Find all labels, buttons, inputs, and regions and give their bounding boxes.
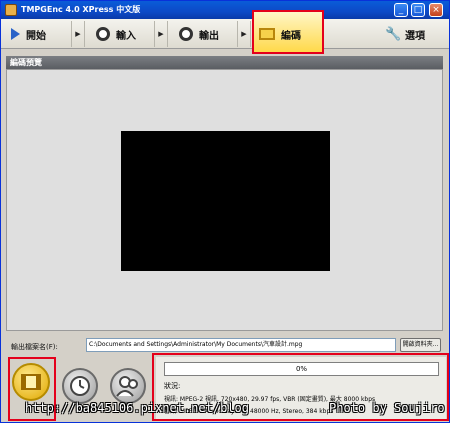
video-preview [121, 131, 330, 271]
watermark-credit: Photo by Soujiro [329, 401, 445, 415]
minimize-button[interactable]: _ [394, 3, 408, 17]
main-toolbar: 開始 ▶ 輸入 ▶ 輸出 ▶ [1, 19, 449, 49]
input-label: 輸入 [116, 30, 136, 42]
title-bar: TMPGEnc 4.0 XPress 中文版 _ □ × [1, 1, 449, 19]
maximize-button[interactable]: □ [411, 3, 425, 17]
schedule-button[interactable] [62, 368, 98, 404]
film-icon [259, 28, 275, 40]
encode-label: 編碼 [281, 30, 301, 42]
app-icon [5, 4, 17, 16]
step-arrow-3[interactable]: ▶ [237, 21, 251, 47]
output-label: 輸出 [199, 30, 219, 42]
start-label: 開始 [26, 30, 46, 42]
output-filename-field[interactable]: C:\Documents and Settings\Administrator\… [86, 338, 396, 352]
app-window: TMPGEnc 4.0 XPress 中文版 _ □ × 開始 ▶ 輸入 ▶ 輸… [0, 0, 450, 423]
step-arrow-1[interactable]: ▶ [71, 21, 85, 47]
options-button[interactable]: 🔧 選項 [385, 21, 425, 47]
timer-icon [70, 376, 90, 396]
output-filename-label: 輸出檔案名(F): [11, 343, 58, 351]
step-arrow-2[interactable]: ▶ [154, 21, 168, 47]
encode-button[interactable]: 編碼 [259, 21, 301, 47]
wrench-icon: 🔧 [385, 27, 402, 42]
film-reel-icon [96, 27, 110, 41]
users-icon [116, 376, 138, 397]
input-button[interactable]: 輸入 [96, 21, 136, 47]
output-button[interactable]: 輸出 [179, 21, 219, 47]
options-label: 選項 [405, 30, 425, 42]
play-icon [11, 28, 20, 40]
open-folder-button[interactable]: 開啟資料夾... [400, 338, 441, 352]
film-reel-icon [179, 27, 193, 41]
watermark-url: http://ba845106.pixnet.net/blog [25, 401, 249, 415]
window-title: TMPGEnc 4.0 XPress 中文版 [21, 5, 141, 14]
preview-panel-title: 編碼預覽 [6, 56, 443, 69]
close-button[interactable]: × [429, 3, 443, 17]
users-button[interactable] [110, 368, 146, 404]
start-button[interactable]: 開始 [11, 21, 46, 47]
